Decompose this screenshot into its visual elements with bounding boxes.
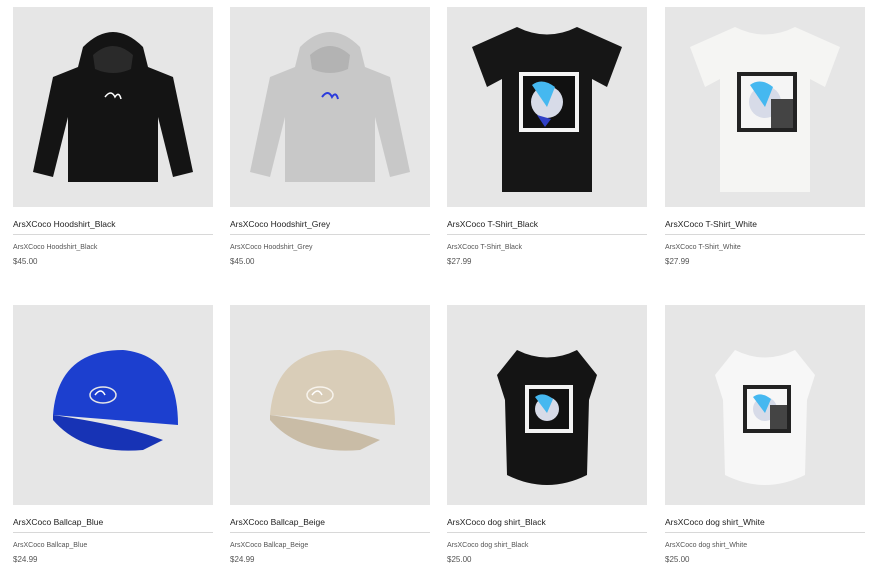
hoodie-icon bbox=[250, 32, 410, 182]
product-card[interactable]: ArsXCoco T-Shirt_Black ArsXCoco T-Shirt_… bbox=[447, 7, 647, 267]
product-title[interactable]: ArsXCoco dog shirt_Black bbox=[447, 516, 647, 533]
product-title[interactable]: ArsXCoco Hoodshirt_Black bbox=[13, 218, 213, 235]
product-title[interactable]: ArsXCoco Hoodshirt_Grey bbox=[230, 218, 430, 235]
product-image[interactable] bbox=[230, 7, 430, 207]
product-price: $25.00 bbox=[447, 555, 472, 564]
product-price: $27.99 bbox=[447, 257, 472, 266]
product-card[interactable]: ArsXCoco dog shirt_Black ArsXCoco dog sh… bbox=[447, 305, 647, 565]
product-title[interactable]: ArsXCoco T-Shirt_Black bbox=[447, 218, 647, 235]
tshirt-icon bbox=[472, 27, 622, 192]
product-price: $25.00 bbox=[665, 555, 690, 564]
product-image[interactable] bbox=[230, 305, 430, 505]
product-image[interactable] bbox=[13, 7, 213, 207]
product-subtitle: ArsXCoco Hoodshirt_Grey bbox=[230, 244, 313, 251]
product-subtitle: ArsXCoco dog shirt_Black bbox=[447, 542, 529, 549]
product-subtitle: ArsXCoco Hoodshirt_Black bbox=[13, 244, 98, 251]
product-card[interactable]: ArsXCoco Ballcap_Beige ArsXCoco Ballcap_… bbox=[230, 305, 430, 565]
product-title[interactable]: ArsXCoco Ballcap_Blue bbox=[13, 516, 213, 533]
tshirt-icon bbox=[690, 27, 840, 192]
product-grid: ArsXCoco Hoodshirt_Black ArsXCoco Hoodsh… bbox=[0, 0, 880, 572]
product-image[interactable] bbox=[447, 7, 647, 207]
product-card[interactable]: ArsXCoco dog shirt_White ArsXCoco dog sh… bbox=[665, 305, 865, 565]
dog-shirt-icon bbox=[497, 350, 597, 485]
product-subtitle: ArsXCoco Ballcap_Beige bbox=[230, 542, 309, 549]
product-card[interactable]: ArsXCoco Hoodshirt_Grey ArsXCoco Hoodshi… bbox=[230, 7, 430, 267]
product-image[interactable] bbox=[665, 7, 865, 207]
cap-icon bbox=[53, 350, 178, 451]
product-price: $24.99 bbox=[230, 555, 255, 564]
product-title[interactable]: ArsXCoco dog shirt_White bbox=[665, 516, 865, 533]
hoodie-icon bbox=[33, 32, 193, 182]
product-subtitle: ArsXCoco Ballcap_Blue bbox=[13, 542, 88, 549]
product-subtitle: ArsXCoco T-Shirt_Black bbox=[447, 244, 522, 251]
dog-shirt-icon bbox=[715, 350, 815, 485]
product-price: $24.99 bbox=[13, 555, 38, 564]
product-image[interactable] bbox=[447, 305, 647, 505]
cap-icon bbox=[270, 350, 395, 451]
product-image[interactable] bbox=[665, 305, 865, 505]
product-subtitle: ArsXCoco T-Shirt_White bbox=[665, 244, 741, 251]
product-price: $45.00 bbox=[230, 257, 255, 266]
product-price: $45.00 bbox=[13, 257, 38, 266]
product-title[interactable]: ArsXCoco T-Shirt_White bbox=[665, 218, 865, 235]
product-card[interactable]: ArsXCoco Ballcap_Blue ArsXCoco Ballcap_B… bbox=[13, 305, 213, 565]
product-subtitle: ArsXCoco dog shirt_White bbox=[665, 542, 748, 549]
product-card[interactable]: ArsXCoco T-Shirt_White ArsXCoco T-Shirt_… bbox=[665, 7, 865, 267]
product-card[interactable]: ArsXCoco Hoodshirt_Black ArsXCoco Hoodsh… bbox=[13, 7, 213, 267]
product-price: $27.99 bbox=[665, 257, 690, 266]
product-title[interactable]: ArsXCoco Ballcap_Beige bbox=[230, 516, 430, 533]
product-image[interactable] bbox=[13, 305, 213, 505]
